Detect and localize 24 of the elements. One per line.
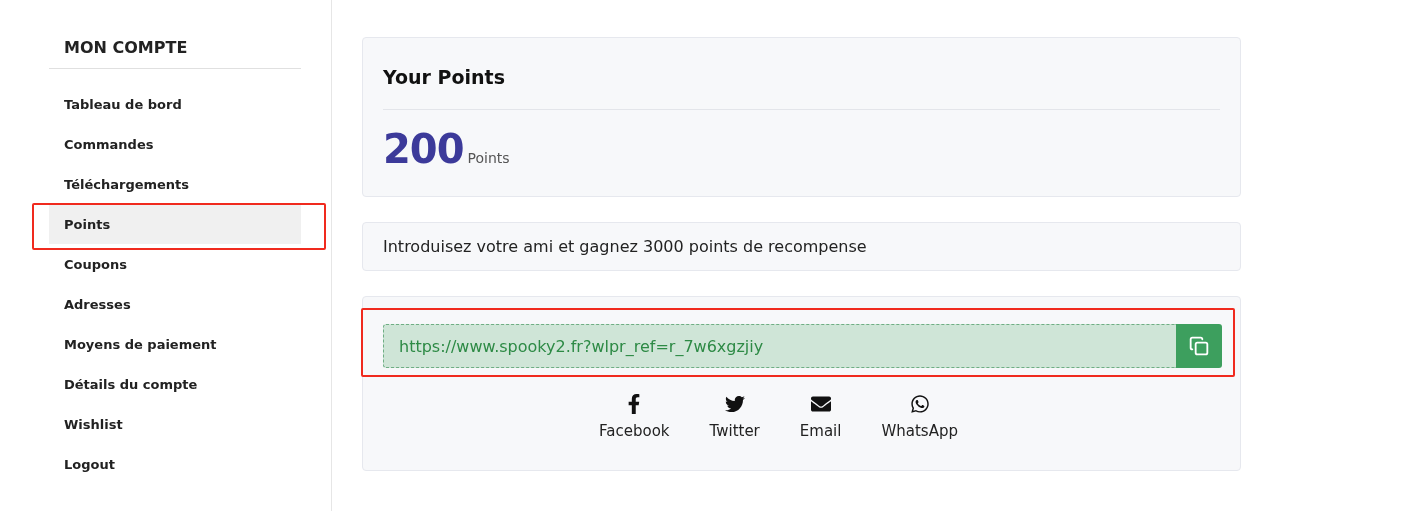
copy-button[interactable] (1176, 324, 1222, 368)
sidebar-item[interactable]: Commandes (49, 124, 301, 164)
whatsapp-icon (909, 394, 930, 414)
sidebar-item[interactable]: Wishlist (49, 404, 301, 444)
share-link[interactable]: Email (799, 394, 842, 440)
share-link[interactable]: WhatsApp (881, 394, 958, 440)
copy-icon (1189, 336, 1209, 356)
sidebar-item[interactable]: Points (49, 204, 301, 244)
sidebar-item[interactable]: Moyens de paiement (49, 324, 301, 364)
sidebar-title: MON COMPTE (49, 38, 301, 69)
card-title: Your Points (383, 66, 1220, 110)
referral-note: Introduisez votre ami et gagnez 3000 points de recompense (362, 222, 1241, 271)
sidebar-item[interactable]: Adresses (49, 284, 301, 324)
sidebar-item[interactable]: Téléchargements (49, 164, 301, 204)
share-link[interactable]: Twitter (709, 394, 760, 440)
points-unit: Points (467, 150, 510, 166)
points-value: 200 (383, 126, 464, 172)
sidebar-item[interactable]: Détails du compte (49, 364, 301, 404)
sidebar-item[interactable]: Tableau de bord (49, 84, 301, 124)
sidebar-item[interactable]: Coupons (49, 244, 301, 284)
envelope-icon (810, 394, 831, 414)
sidebar-item[interactable]: Logout (49, 444, 301, 484)
bird-icon (724, 394, 745, 414)
share-link[interactable]: Facebook (599, 394, 670, 440)
